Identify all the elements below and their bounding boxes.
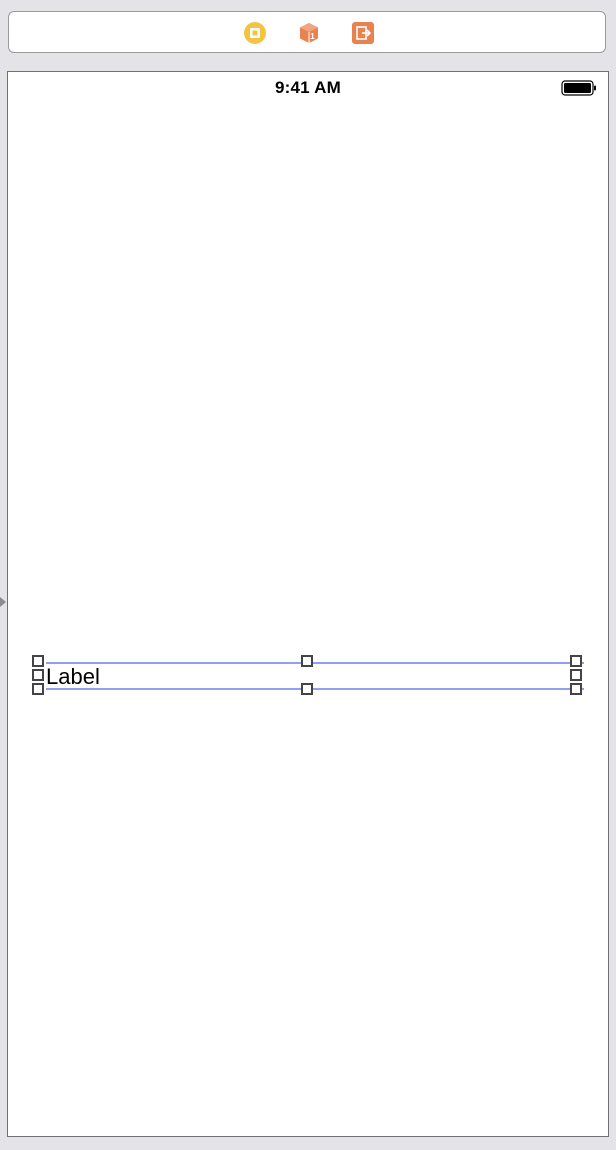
- resize-handle-bottom-center[interactable]: [301, 683, 313, 695]
- first-responder-icon[interactable]: 1: [298, 22, 320, 44]
- resize-handle-top-left[interactable]: [32, 655, 44, 667]
- selected-label-view[interactable]: Label: [46, 662, 584, 690]
- scene-dock: 1: [8, 11, 606, 53]
- resize-handle-top-center[interactable]: [301, 655, 313, 667]
- entry-point-arrow-icon: [0, 597, 6, 607]
- resize-handle-bottom-right[interactable]: [570, 683, 582, 695]
- resize-handle-top-right[interactable]: [570, 655, 582, 667]
- view-controller-icon[interactable]: [244, 22, 266, 44]
- exit-icon[interactable]: [352, 22, 374, 44]
- status-time: 9:41 AM: [275, 78, 341, 97]
- status-bar: 9:41 AM: [8, 72, 608, 104]
- svg-text:1: 1: [310, 32, 315, 41]
- battery-icon: [561, 80, 597, 101]
- resize-handle-middle-left[interactable]: [32, 669, 44, 681]
- label-text: Label: [46, 664, 100, 689]
- resize-handle-middle-right[interactable]: [570, 669, 582, 681]
- device-canvas[interactable]: 9:41 AM Label: [7, 71, 609, 1137]
- resize-handle-bottom-left[interactable]: [32, 683, 44, 695]
